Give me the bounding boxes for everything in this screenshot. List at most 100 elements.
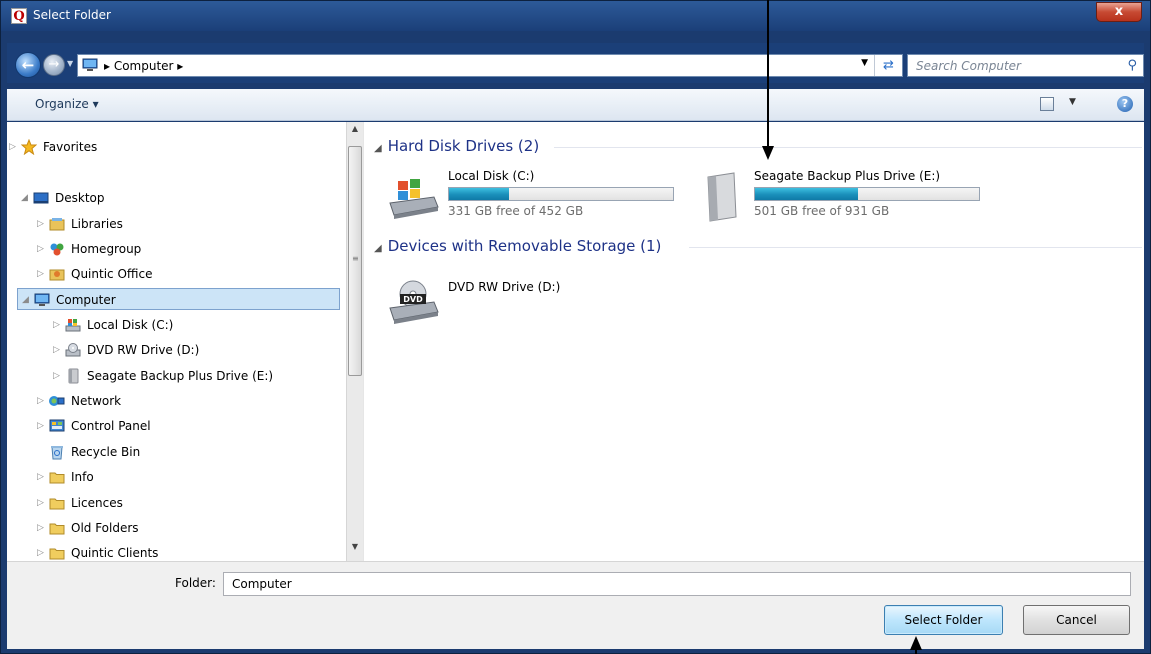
group-divider bbox=[554, 147, 1142, 148]
recent-locations-dropdown[interactable]: ▼ bbox=[67, 59, 73, 68]
cancel-button[interactable]: Cancel bbox=[1023, 605, 1130, 635]
tree-item-dvd-rw-drive-d[interactable]: ▷ DVD RW Drive (D:) bbox=[53, 339, 339, 361]
recycle-bin-icon bbox=[51, 446, 63, 460]
annotation-arrow-down bbox=[762, 0, 774, 160]
content-pane: ◢ Hard Disk Drives (2) Local Disk (C:) 33… bbox=[363, 122, 1144, 561]
address-dropdown-icon[interactable]: ▼ bbox=[861, 58, 868, 68]
group-title: Devices with Removable Storage (1) bbox=[387, 237, 662, 255]
scroll-up-icon[interactable]: ▲ bbox=[347, 124, 363, 138]
tree-item-control-panel[interactable]: ▷ Control Panel bbox=[37, 415, 339, 437]
tree-item-homegroup[interactable]: ▷ Homegroup bbox=[37, 238, 339, 260]
address-path[interactable]: ▸ Computer ▸ bbox=[104, 59, 183, 73]
help-icon[interactable]: ? bbox=[1117, 96, 1133, 112]
external-drive-icon bbox=[68, 368, 79, 384]
search-icon[interactable]: ⚲ bbox=[1127, 58, 1137, 73]
dvd-badge-text: DVD bbox=[403, 295, 423, 304]
group-header-hard-disk-drives[interactable]: ◢ Hard Disk Drives (2) bbox=[374, 137, 539, 155]
expand-arrow-icon[interactable]: ▷ bbox=[9, 136, 19, 158]
dvd-drive-icon: DVD bbox=[389, 280, 439, 324]
tree-item-label: Favorites bbox=[43, 140, 98, 154]
search-input[interactable]: Search Computer bbox=[916, 59, 1021, 73]
tree-item-label: Computer bbox=[56, 293, 116, 307]
expand-arrow-icon[interactable]: ▷ bbox=[37, 517, 47, 539]
expand-arrow-icon[interactable]: ▷ bbox=[37, 263, 47, 285]
scroll-down-icon[interactable]: ▼ bbox=[347, 542, 363, 556]
view-dropdown-icon[interactable]: ▼ bbox=[1069, 97, 1076, 107]
select-folder-dialog: Q Select Folder x ← → ▼ ▸ Computer ▸ ▼ ⇄… bbox=[0, 0, 1151, 654]
drive-name: Seagate Backup Plus Drive (E:) bbox=[754, 169, 941, 183]
tree-item-favorites[interactable]: ▷ Favorites bbox=[9, 136, 339, 158]
tree-item-label: Quintic Office bbox=[71, 267, 153, 281]
collapse-arrow-icon[interactable]: ◢ bbox=[374, 143, 382, 154]
folder-name-input[interactable] bbox=[223, 572, 1131, 596]
drive-item-seagate-e[interactable]: Seagate Backup Plus Drive (E:) 501 GB fr… bbox=[690, 169, 990, 225]
collapse-arrow-icon[interactable]: ◢ bbox=[22, 289, 32, 311]
change-view-icon[interactable] bbox=[1040, 97, 1054, 111]
folder-icon bbox=[49, 548, 65, 560]
tree-item-label: Libraries bbox=[71, 217, 123, 231]
window-title: Select Folder bbox=[33, 8, 111, 22]
homegroup-icon bbox=[50, 243, 64, 256]
expand-arrow-icon[interactable]: ▷ bbox=[37, 415, 47, 437]
select-folder-button[interactable]: Select Folder bbox=[884, 605, 1003, 635]
star-icon bbox=[21, 139, 37, 155]
expand-arrow-icon[interactable]: ▷ bbox=[53, 314, 63, 336]
tree-item-label: Network bbox=[71, 394, 122, 408]
tree-item-label: Licences bbox=[71, 496, 123, 510]
folder-icon bbox=[49, 498, 65, 510]
tree-item-quintic-office[interactable]: ▷ Quintic Office bbox=[37, 263, 339, 285]
back-button[interactable]: ← bbox=[15, 52, 41, 78]
tree-item-network[interactable]: ▷ Network bbox=[37, 390, 339, 412]
tree-item-seagate-drive-e[interactable]: ▷ Seagate Backup Plus Drive (E:) bbox=[53, 365, 339, 387]
title-bar: Q Select Folder x bbox=[1, 1, 1150, 31]
address-bar[interactable]: ▸ Computer ▸ ▼ ⇄ bbox=[77, 54, 903, 77]
expand-arrow-icon[interactable]: ▷ bbox=[37, 466, 47, 488]
tree-item-label: Info bbox=[71, 470, 94, 484]
external-drive-icon bbox=[707, 172, 737, 222]
drive-item-dvd-rw-d[interactable]: DVD DVD RW Drive (D:) bbox=[384, 280, 684, 334]
close-button[interactable]: x bbox=[1096, 2, 1142, 22]
computer-icon bbox=[82, 58, 98, 71]
collapse-arrow-icon[interactable]: ◢ bbox=[21, 187, 31, 209]
drive-item-local-disk-c[interactable]: Local Disk (C:) 331 GB free of 452 GB bbox=[384, 169, 684, 225]
expand-arrow-icon[interactable]: ▷ bbox=[37, 238, 47, 260]
local-disk-icon bbox=[65, 319, 81, 332]
tree-item-label: Homegroup bbox=[71, 242, 142, 256]
drive-usage-fill bbox=[449, 188, 510, 200]
tree-item-licences[interactable]: ▷ Licences bbox=[37, 492, 339, 514]
tree-item-label: Control Panel bbox=[71, 419, 151, 433]
organize-menu-button[interactable]: Organize ▾ bbox=[35, 97, 99, 111]
tree-item-computer[interactable]: ◢ Computer bbox=[17, 288, 340, 310]
search-box[interactable]: Search Computer ⚲ bbox=[907, 54, 1144, 77]
scroll-thumb[interactable]: ≡ bbox=[348, 146, 362, 376]
tree-item-label: Quintic Clients bbox=[71, 546, 159, 560]
tree-item-quintic-clients[interactable]: ▷ Quintic Clients bbox=[37, 542, 339, 561]
group-header-removable-storage[interactable]: ◢ Devices with Removable Storage (1) bbox=[374, 237, 661, 255]
forward-button[interactable]: → bbox=[43, 54, 65, 76]
navigation-pane: ▷ Favorites ◢ Desktop ▷ Libraries ▷ Home… bbox=[7, 122, 363, 561]
tree-item-recycle-bin[interactable]: Recycle Bin bbox=[37, 441, 339, 463]
expand-arrow-icon[interactable]: ▷ bbox=[37, 213, 47, 235]
user-folder-icon bbox=[49, 269, 65, 281]
refresh-icon[interactable]: ⇄ bbox=[874, 55, 902, 76]
expand-arrow-icon[interactable]: ▷ bbox=[37, 390, 47, 412]
expand-arrow-icon[interactable]: ▷ bbox=[53, 365, 63, 387]
tree-item-desktop[interactable]: ◢ Desktop bbox=[21, 187, 339, 209]
tree-item-old-folders[interactable]: ▷ Old Folders bbox=[37, 517, 339, 539]
drive-usage-fill bbox=[755, 188, 859, 200]
expand-arrow-icon[interactable]: ▷ bbox=[53, 339, 63, 361]
tree-item-label: Old Folders bbox=[71, 521, 139, 535]
dialog-footer: Folder: Select Folder Cancel bbox=[7, 561, 1144, 649]
collapse-arrow-icon[interactable]: ◢ bbox=[374, 243, 382, 254]
tree-item-info[interactable]: ▷ Info bbox=[37, 466, 339, 488]
group-divider bbox=[689, 247, 1142, 248]
expand-arrow-icon[interactable]: ▷ bbox=[37, 542, 47, 561]
tree-item-libraries[interactable]: ▷ Libraries bbox=[37, 213, 339, 235]
tree-item-label: Recycle Bin bbox=[71, 445, 141, 459]
expand-arrow-icon[interactable]: ▷ bbox=[37, 492, 47, 514]
tree-item-local-disk-c[interactable]: ▷ Local Disk (C:) bbox=[53, 314, 339, 336]
navigation-scrollbar[interactable]: ▲ ≡ ▼ bbox=[346, 122, 363, 561]
libraries-icon bbox=[49, 218, 65, 231]
folder-icon bbox=[49, 523, 65, 535]
control-panel-icon bbox=[49, 419, 65, 432]
